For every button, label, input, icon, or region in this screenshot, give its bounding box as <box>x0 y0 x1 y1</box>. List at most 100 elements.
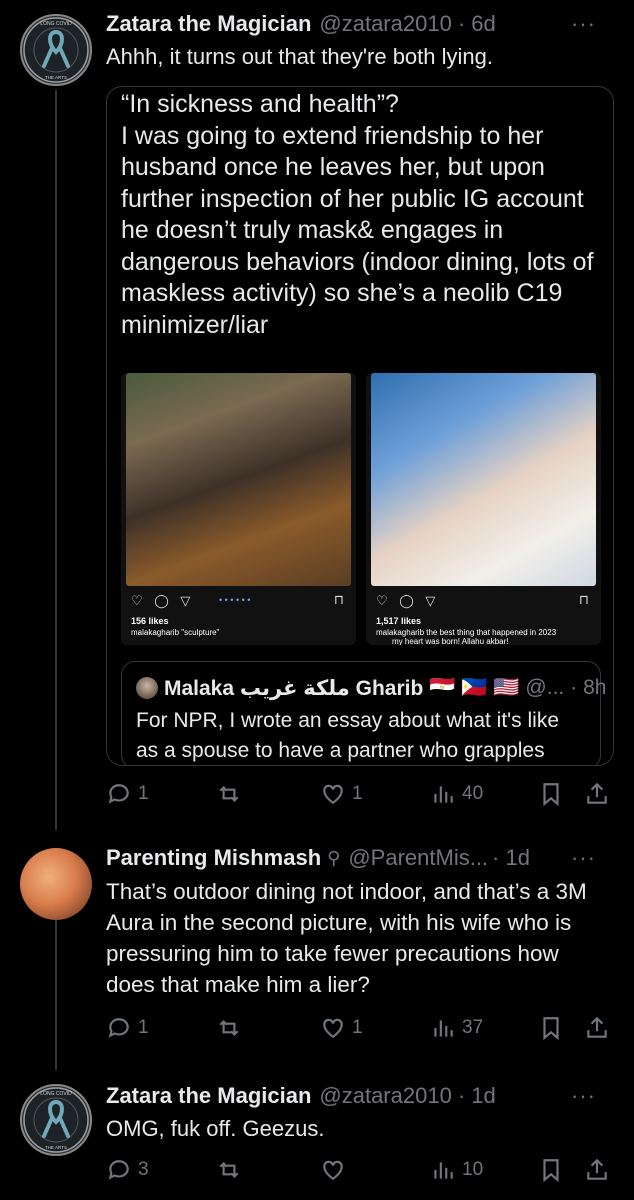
reply-count: 3 <box>138 1159 149 1180</box>
avatar[interactable]: LONG COVID THE ARTS <box>20 1084 92 1156</box>
views-icon <box>434 786 453 803</box>
ig-caption: malakagharib "sculpture" <box>131 628 220 637</box>
instagram-screenshot[interactable]: ♡ ◯ ▽ • • • • • • ⊓ 156 likes malakaghar… <box>121 373 356 645</box>
view-count: 40 <box>462 783 484 804</box>
tweet[interactable]: LONG COVID THE ARTS Zatara the Magician … <box>0 0 634 820</box>
user-handle[interactable]: @zatara2010 <box>319 1083 451 1109</box>
like-button[interactable]: 1 <box>320 1010 363 1046</box>
ig-caption-line2: my heart was born! Allahu akbar! <box>392 637 509 645</box>
tweet[interactable]: LONG COVID THE ARTS Zatara the Magician … <box>0 1076 634 1200</box>
share-button[interactable] <box>584 776 610 812</box>
like-count: 1 <box>352 783 363 804</box>
avatar[interactable]: LONG COVID THE ARTS <box>20 14 92 86</box>
bookmark-button[interactable] <box>538 776 564 812</box>
like-button[interactable]: 1 <box>320 776 363 812</box>
ig-likes: 1,517 likes <box>376 616 422 626</box>
view-count: 37 <box>462 1017 484 1038</box>
share-icon <box>587 1158 607 1180</box>
reply-button[interactable]: 1 <box>106 776 149 812</box>
like-count: 1 <box>352 1017 363 1038</box>
nested-quoted-tweet[interactable]: Malaka ملكة غريب Gharib 🇪🇬 🇵🇭 🇺🇸 @... · … <box>121 661 606 765</box>
svg-text:THE ARTS: THE ARTS <box>45 1145 67 1150</box>
tweet-text: Ahhh, it turns out that they're both lyi… <box>106 44 493 69</box>
nested-text: For NPR, I wrote an essay about what it'… <box>136 709 560 762</box>
quote-text: “In sickness and health”? I was going to… <box>121 90 594 339</box>
retweet-icon <box>219 1019 239 1037</box>
share-button[interactable] <box>584 1010 610 1046</box>
display-name[interactable]: Zatara the Magician <box>106 11 311 37</box>
views-button[interactable]: 37 <box>430 1010 483 1046</box>
view-count: 10 <box>462 1159 484 1180</box>
retweet-button[interactable] <box>216 1010 248 1046</box>
tweet-text: OMG, fuk off. Geezus. <box>106 1116 325 1141</box>
bookmark-icon <box>543 1017 559 1041</box>
quoted-tweet[interactable]: “In sickness and health”? I was going to… <box>106 86 614 766</box>
nested-header: Malaka ملكة غريب Gharib 🇪🇬 🇵🇭 🇺🇸 @... · … <box>136 674 606 702</box>
display-name[interactable]: Zatara the Magician <box>106 1083 311 1109</box>
awareness-ribbon-icon: LONG COVID THE ARTS <box>23 1087 89 1153</box>
avatar <box>136 677 158 699</box>
views-icon <box>434 1162 453 1179</box>
avatar[interactable] <box>20 848 92 920</box>
share-icon <box>587 1016 607 1038</box>
views-button[interactable]: 40 <box>430 776 483 812</box>
svg-text:LONG COVID: LONG COVID <box>40 1091 72 1097</box>
timestamp[interactable]: · 1d <box>458 1083 496 1109</box>
instagram-screenshot[interactable]: ♡ ◯ ▽ ⊓ 1,517 likes malakagharib the bes… <box>366 373 601 645</box>
ig-action-icons: ♡ ◯ ▽ <box>376 593 440 608</box>
bookmark-button[interactable] <box>538 1010 564 1046</box>
bookmark-icon: ⊓ <box>333 592 344 607</box>
display-name[interactable]: Parenting Mishmash <box>106 845 321 871</box>
bookmark-icon <box>543 783 559 807</box>
share-button[interactable] <box>584 1152 610 1188</box>
reply-icon <box>108 1160 129 1180</box>
reply-button[interactable]: 3 <box>106 1152 149 1188</box>
photo-newborn <box>371 373 596 586</box>
share-icon <box>587 782 607 804</box>
retweet-button[interactable] <box>216 1152 248 1188</box>
heart-icon <box>323 784 343 804</box>
retweet-button[interactable] <box>216 776 248 812</box>
retweet-icon <box>219 1161 239 1179</box>
heart-icon <box>323 1018 343 1038</box>
more-options-icon[interactable]: ··· <box>571 1083 596 1109</box>
heart-icon <box>323 1160 343 1180</box>
timestamp[interactable]: · 1d <box>492 845 530 871</box>
action-bar: 1 1 37 <box>106 1010 614 1046</box>
tweet-header: Zatara the Magician @zatara2010 · 1d ··· <box>106 1080 614 1112</box>
bookmark-icon: ⊓ <box>578 592 589 607</box>
tweet-text: That’s outdoor dining not indoor, and th… <box>106 879 587 997</box>
views-button[interactable]: 10 <box>430 1152 483 1188</box>
like-button[interactable] <box>320 1152 352 1188</box>
reply-count: 1 <box>138 783 149 804</box>
display-name: Malaka ملكة غريب Gharib <box>164 676 424 700</box>
bookmark-button[interactable] <box>538 1152 564 1188</box>
bookmark-icon <box>543 1159 559 1183</box>
reply-icon <box>108 1018 129 1038</box>
retweet-icon <box>219 785 239 803</box>
reply-icon <box>108 784 129 804</box>
user-handle[interactable]: @ParentMis... <box>348 845 488 871</box>
ig-caption: malakagharib the best thing that happene… <box>376 628 557 637</box>
ig-action-icons: ♡ ◯ ▽ <box>131 593 195 608</box>
tweet[interactable]: Parenting Mishmash ⚲ @ParentMis... · 1d … <box>0 838 634 1060</box>
flag-emojis: 🇪🇬 🇵🇭 🇺🇸 <box>429 676 520 699</box>
action-bar: 1 1 40 <box>106 776 614 812</box>
timestamp: · 8h <box>570 676 607 699</box>
reply-button[interactable]: 1 <box>106 1010 149 1046</box>
awareness-ribbon-icon: LONG COVID THE ARTS <box>23 17 89 83</box>
more-options-icon[interactable]: ··· <box>571 845 596 871</box>
ig-likes: 156 likes <box>131 616 169 626</box>
tweet-header: Zatara the Magician @zatara2010 · 6d ··· <box>106 8 614 40</box>
user-handle: @... <box>525 676 565 699</box>
image-row: ♡ ◯ ▽ • • • • • • ⊓ 156 likes malakaghar… <box>121 373 601 645</box>
action-bar: 3 10 <box>106 1152 614 1188</box>
timestamp[interactable]: · 6d <box>458 11 496 37</box>
tweet-header: Parenting Mishmash ⚲ @ParentMis... · 1d … <box>106 842 614 874</box>
user-handle[interactable]: @zatara2010 <box>319 11 451 37</box>
reply-count: 1 <box>138 1017 149 1038</box>
automated-account-icon: ⚲ <box>327 847 341 868</box>
svg-text:LONG COVID: LONG COVID <box>40 21 72 27</box>
more-options-icon[interactable]: ··· <box>571 11 596 37</box>
carousel-dots: • • • • • • <box>219 595 251 605</box>
